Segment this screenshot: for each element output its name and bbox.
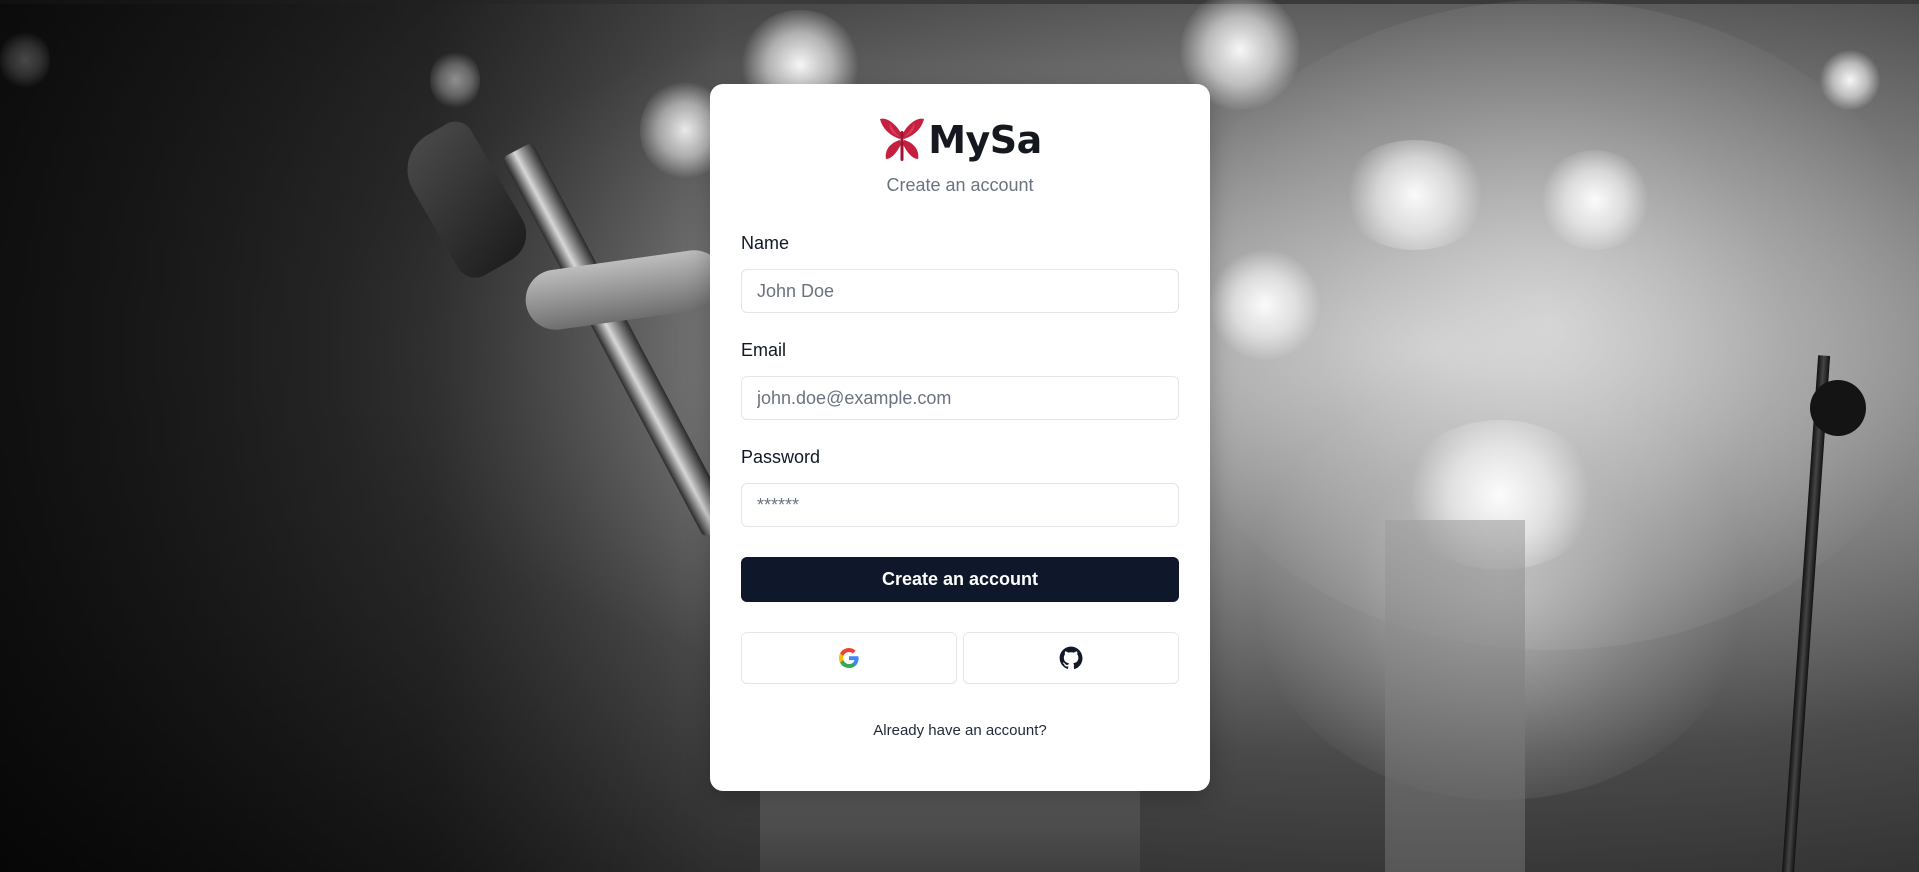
microphone bbox=[1810, 380, 1866, 436]
stage-light bbox=[1340, 140, 1490, 250]
signup-card: MySa Create an account Name Email Passwo… bbox=[710, 84, 1210, 791]
name-input[interactable] bbox=[741, 269, 1179, 313]
stage-light bbox=[1540, 150, 1650, 250]
brand-header: MySa bbox=[741, 114, 1179, 166]
stage-light bbox=[1210, 250, 1320, 360]
google-icon bbox=[839, 648, 859, 668]
page-subtitle: Create an account bbox=[886, 175, 1034, 195]
password-label: Password bbox=[741, 447, 821, 467]
signin-link[interactable]: Already have an account? bbox=[741, 722, 1179, 739]
name-label: Name bbox=[741, 233, 790, 253]
create-account-button[interactable]: Create an account bbox=[741, 557, 1179, 602]
password-input[interactable] bbox=[741, 483, 1179, 527]
left-shadow bbox=[0, 0, 720, 872]
red-butterfly-logo bbox=[880, 118, 925, 161]
github-icon bbox=[1059, 646, 1083, 670]
email-label: Email bbox=[741, 340, 787, 360]
google-signin-button[interactable] bbox=[741, 632, 957, 684]
oauth-buttons bbox=[741, 632, 1179, 684]
github-signin-button[interactable] bbox=[963, 632, 1179, 684]
email-input[interactable] bbox=[741, 376, 1179, 420]
stage-speaker bbox=[1385, 520, 1525, 872]
stage-light bbox=[1820, 50, 1880, 110]
brand-name: MySa bbox=[928, 118, 1042, 162]
